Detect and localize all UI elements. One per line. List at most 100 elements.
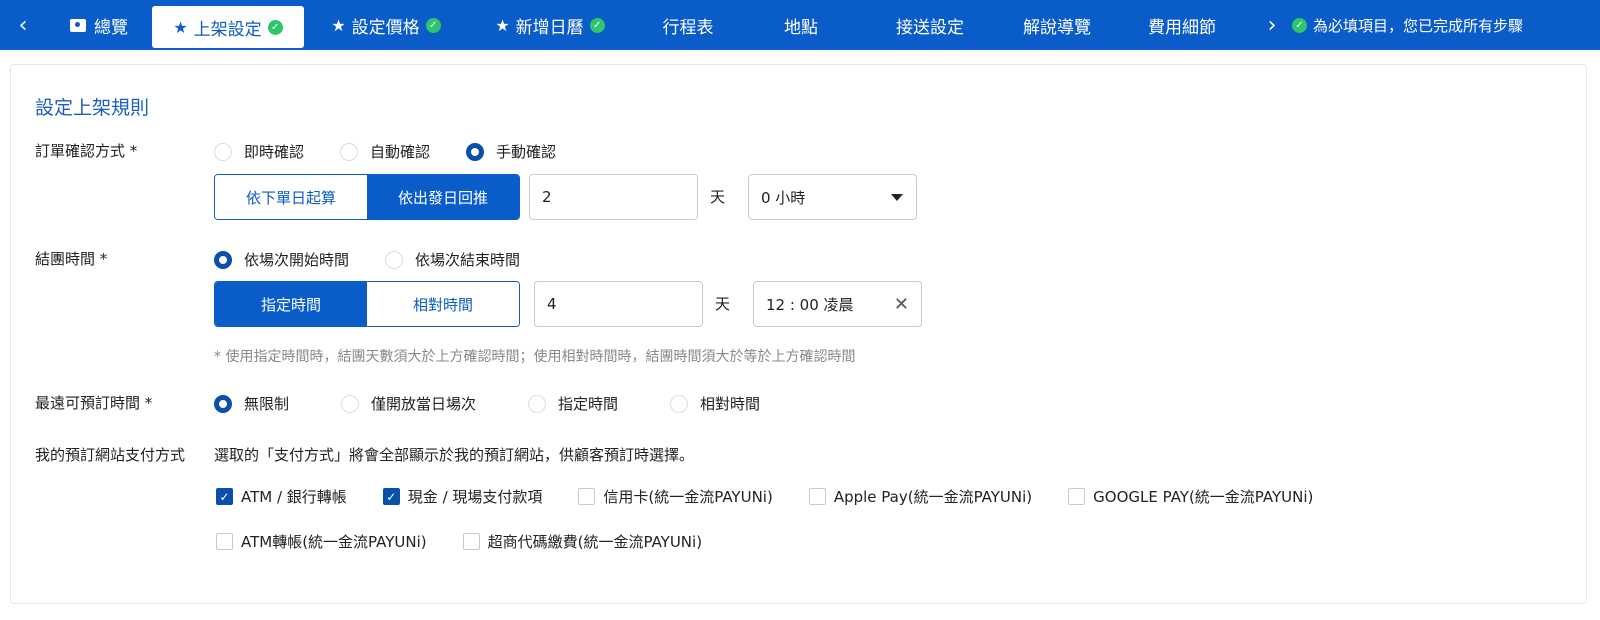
tab-fee-details[interactable]: 費用細節 — [1112, 0, 1252, 50]
checkbox-icon — [462, 533, 480, 550]
checkbox-icon — [216, 533, 233, 550]
radio-label: 即時確認 — [244, 143, 305, 161]
radio-same-day-only[interactable]: 僅開放當日場次 — [341, 393, 476, 414]
order-confirm-radios: 即時確認 自動確認 手動確認 — [214, 141, 592, 162]
radio-auto-confirm[interactable]: 自動確認 — [340, 141, 430, 162]
checkbox-icon — [578, 488, 596, 505]
radio-dot — [341, 394, 360, 413]
radio-relative-time[interactable]: 相對時間 — [670, 393, 760, 414]
folder-icon — [70, 18, 86, 32]
payment-apple-pay[interactable]: Apple Pay(統一金流PAYUNi) — [808, 486, 1033, 507]
payment-methods-row-1: ✓ ATM / 銀行轉帳 ✓ 現金 / 現場支付款項 信用卡(統一金流PAYUN… — [216, 486, 1349, 507]
tab-guide[interactable]: 解說導覽 — [1002, 0, 1112, 50]
tab-guide-label: 解說導覽 — [1023, 17, 1091, 38]
radio-label: 相對時間 — [700, 395, 761, 413]
tab-itinerary[interactable]: 行程表 — [632, 0, 744, 50]
relative-time-button[interactable]: 相對時間 — [367, 282, 519, 326]
hours-select-value: 0 小時 — [761, 188, 806, 207]
top-nav: ‹ 總覽 ★ 上架設定 ✓ ★ 設定價格 ✓ ★ 新增日曆 ✓ 行程表 地點 接… — [0, 0, 1600, 50]
radio-label: 依場次結束時間 — [415, 251, 521, 269]
checkbox-label: 現金 / 現場支付款項 — [407, 488, 543, 506]
radio-specified-time[interactable]: 指定時間 — [528, 393, 618, 414]
checkbox-icon — [1068, 488, 1086, 505]
check-circle-icon: ✓ — [589, 17, 605, 33]
tab-set-price[interactable]: ★ 設定價格 ✓ — [304, 0, 468, 50]
listing-rules-panel: 設定上架規則 訂單確認方式 * 即時確認 自動確認 手動確認 依下單日起算 依出… — [10, 64, 1587, 604]
specified-time-button[interactable]: 指定時間 — [215, 282, 367, 326]
by-order-date-button[interactable]: 依下單日起算 — [215, 175, 367, 219]
radio-label: 自動確認 — [370, 143, 431, 161]
radio-label: 依場次開始時間 — [244, 251, 350, 269]
tab-fee-details-label: 費用細節 — [1148, 17, 1216, 38]
tab-set-price-label: 設定價格 — [351, 17, 420, 38]
payment-atm-payuni[interactable]: ATM轉帳(統一金流PAYUNi) — [216, 531, 427, 552]
payment-convenience-store[interactable]: 超商代碼繳費(統一金流PAYUNi) — [462, 531, 703, 552]
star-icon: ★ — [173, 17, 188, 37]
max-booking-label: 最遠可預訂時間 * — [35, 394, 153, 412]
star-icon: ★ — [495, 15, 510, 35]
tab-add-calendar-label: 新增日曆 — [515, 17, 584, 38]
order-confirm-mode-toggle: 依下單日起算 依出發日回推 — [214, 174, 520, 220]
radio-label: 僅開放當日場次 — [371, 395, 477, 413]
radio-manual-confirm[interactable]: 手動確認 — [466, 141, 556, 162]
radio-label: 無限制 — [244, 395, 290, 413]
checkbox-label: GOOGLE PAY(統一金流PAYUNi) — [1093, 488, 1314, 506]
radio-label: 指定時間 — [558, 395, 619, 413]
close-icon[interactable]: ✕ — [894, 294, 909, 315]
radio-dot — [466, 142, 485, 161]
checkbox-label: Apple Pay(統一金流PAYUNi) — [833, 488, 1033, 506]
payment-cash[interactable]: ✓ 現金 / 現場支付款項 — [382, 486, 543, 507]
close-time-time-input[interactable]: 12 : 00 凌晨 ✕ — [753, 281, 922, 327]
payment-label: 我的預訂網站支付方式 — [35, 446, 186, 464]
time-input-value: 12 : 00 凌晨 — [766, 295, 854, 314]
checkbox-icon — [808, 488, 826, 505]
radio-label: 手動確認 — [496, 143, 557, 161]
close-time-label: 結團時間 * — [35, 250, 108, 268]
radio-dot — [214, 394, 232, 413]
tab-add-calendar[interactable]: ★ 新增日曆 ✓ — [468, 0, 632, 50]
required-status-text: 為必填項目，您已完成所有步驟 — [1313, 16, 1524, 35]
tab-location[interactable]: 地點 — [744, 0, 858, 50]
payment-google-pay[interactable]: GOOGLE PAY(統一金流PAYUNi) — [1068, 486, 1313, 507]
tab-overview[interactable]: 總覽 — [46, 0, 152, 50]
close-time-days-input[interactable]: 4 — [534, 281, 703, 327]
checkbox-label: ATM / 銀行轉帳 — [241, 488, 347, 506]
order-confirm-hours-select[interactable]: 0 小時 — [748, 174, 917, 220]
close-time-mode-toggle: 指定時間 相對時間 — [214, 281, 520, 327]
order-confirm-days-unit: 天 — [710, 188, 726, 206]
radio-dot — [528, 394, 547, 413]
max-booking-radios: 無限制 僅開放當日場次 指定時間 相對時間 — [214, 393, 796, 414]
tab-overview-label: 總覽 — [94, 17, 128, 38]
radio-dot — [214, 142, 232, 161]
radio-by-session-start[interactable]: 依場次開始時間 — [214, 249, 349, 270]
payment-credit-card[interactable]: 信用卡(統一金流PAYUNi) — [578, 486, 773, 507]
nav-prev-arrow-icon[interactable]: ‹ — [0, 0, 46, 50]
radio-dot — [214, 250, 232, 269]
payment-description: 選取的「支付方式」將會全部顯示於我的預訂網站，供顧客預訂時選擇。 — [214, 446, 695, 464]
panel-title: 設定上架規則 — [35, 97, 150, 119]
check-circle-icon: ✓ — [425, 17, 441, 33]
radio-dot — [670, 394, 689, 413]
order-confirm-label: 訂單確認方式 * — [35, 142, 138, 160]
check-circle-icon: ✓ — [267, 19, 283, 35]
radio-unlimited[interactable]: 無限制 — [214, 393, 289, 414]
radio-instant-confirm[interactable]: 即時確認 — [214, 141, 304, 162]
nav-next-arrow-icon[interactable]: › — [1252, 0, 1292, 50]
tab-transfer-settings-label: 接送設定 — [896, 17, 964, 38]
by-departure-date-button[interactable]: 依出發日回推 — [367, 175, 519, 219]
tab-transfer-settings[interactable]: 接送設定 — [858, 0, 1002, 50]
check-circle-icon: ✓ — [1292, 17, 1307, 33]
required-status: ✓ 為必填項目，您已完成所有步驟 — [1292, 15, 1578, 36]
radio-dot — [385, 250, 404, 269]
caret-down-icon — [891, 194, 903, 201]
order-confirm-days-input[interactable]: 2 — [529, 174, 698, 220]
checkbox-label: 超商代碼繳費(統一金流PAYUNi) — [487, 533, 703, 551]
checkbox-checked-icon: ✓ — [216, 488, 233, 505]
close-time-radios: 依場次開始時間 依場次結束時間 — [214, 249, 556, 270]
tab-listing-settings[interactable]: ★ 上架設定 ✓ — [152, 6, 304, 48]
payment-methods-row-2: ATM轉帳(統一金流PAYUNi) 超商代碼繳費(統一金流PAYUNi) — [216, 531, 738, 552]
radio-by-session-end[interactable]: 依場次結束時間 — [385, 249, 520, 270]
payment-atm-bank-transfer[interactable]: ✓ ATM / 銀行轉帳 — [216, 486, 347, 507]
star-icon: ★ — [331, 15, 346, 35]
checkbox-label: 信用卡(統一金流PAYUNi) — [603, 488, 773, 506]
